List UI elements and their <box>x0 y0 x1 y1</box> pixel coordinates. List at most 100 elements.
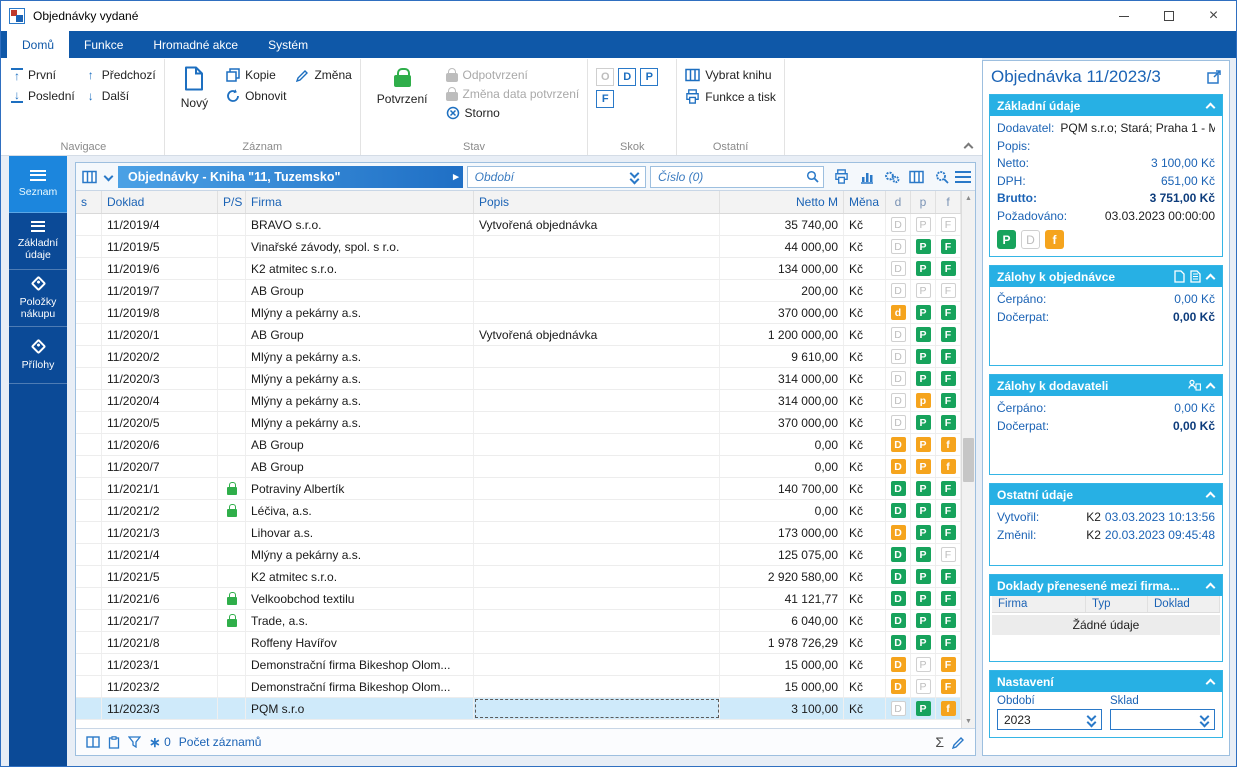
collapse-icon[interactable] <box>1206 272 1215 281</box>
scroll-down-icon[interactable]: ▼ <box>962 714 975 728</box>
copy-button[interactable]: Kopie <box>226 68 286 82</box>
clipboard-button[interactable] <box>108 735 120 749</box>
panel-flag-badge[interactable]: P <box>997 230 1016 249</box>
tab-hromadne-akce[interactable]: Hromadné akce <box>138 31 253 58</box>
mini-col-doklad[interactable]: Doklad <box>1148 596 1220 612</box>
refresh-button[interactable]: Obnovit <box>226 89 286 103</box>
col-f[interactable]: f <box>936 191 961 213</box>
change-button[interactable]: Změna <box>296 68 352 82</box>
documents-icon[interactable] <box>1190 270 1201 283</box>
col-doklad[interactable]: Doklad <box>102 191 218 213</box>
table-row[interactable]: 11/2020/2 Mlýny a pekárny a.s. 9 610,00 Kč D… <box>76 346 961 368</box>
table-row[interactable]: 11/2019/8 Mlýny a pekárny a.s. 370 000,00 K… <box>76 302 961 324</box>
minimize-button[interactable] <box>1101 1 1146 31</box>
auto-refresh-button[interactable]: ∗ 0 <box>149 735 171 749</box>
section-header-zalohy-objednavka[interactable]: Zálohy k objednávce <box>990 266 1222 287</box>
collapse-icon[interactable] <box>1206 581 1215 590</box>
columns-button[interactable] <box>907 167 926 187</box>
jump-f-button[interactable]: F <box>596 90 615 108</box>
sidebar-item-seznam[interactable]: Seznam <box>9 156 67 213</box>
document-icon[interactable] <box>1174 270 1185 283</box>
chart-button[interactable] <box>857 167 876 187</box>
section-header-zakladni[interactable]: Základní údaje <box>990 95 1222 116</box>
table-row[interactable]: 11/2021/8 Roffeny Havířov 1 978 726,29 Kč D P… <box>76 632 961 654</box>
col-netto[interactable]: Netto M <box>720 191 844 213</box>
table-row[interactable]: 11/2020/7 AB Group 0,00 Kč D Pf <box>76 456 961 478</box>
sidebar-item-prilohy[interactable]: Přílohy <box>9 327 67 384</box>
new-button[interactable]: Nový <box>173 62 216 110</box>
sidebar-item-polozky-nakupu[interactable]: Položky nákupu <box>9 270 67 327</box>
maximize-button[interactable] <box>1146 1 1191 31</box>
collapse-icon[interactable] <box>1206 677 1215 686</box>
confirm-button[interactable]: Potvrzení <box>369 62 436 106</box>
obdobi-select[interactable]: 2023 <box>997 709 1102 730</box>
table-row[interactable]: 11/2021/5 K2 atmitec s.r.o. 2 920 580,00 Kč… <box>76 566 961 588</box>
table-row[interactable]: 11/2021/6 Velkoobchod textilu 41 121,77 Kč D… <box>76 588 961 610</box>
collapse-icon[interactable] <box>1206 101 1215 110</box>
table-row[interactable]: 11/2020/3 Mlýny a pekárny a.s. 314 000,00 K… <box>76 368 961 390</box>
table-row[interactable]: 11/2021/2 Léčiva, a.s. 0,00 Kč D P F <box>76 500 961 522</box>
table-row[interactable]: 11/2023/2 Demonstrační firma Bikeshop Olo… <box>76 676 961 698</box>
table-row[interactable]: 11/2019/6 K2 atmitec s.r.o. 134 000,00 Kč D P… <box>76 258 961 280</box>
book-title-bar[interactable]: Objednávky - Kniha "11, Tuzemsko" ▸ <box>118 165 463 188</box>
mini-col-typ[interactable]: Typ <box>1086 596 1148 612</box>
section-header-zalohy-dodavatel[interactable]: Zálohy k dodavateli <box>990 375 1222 396</box>
sum-button[interactable]: Σ <box>935 734 944 750</box>
grid-settings-button[interactable] <box>932 167 951 187</box>
book-view-button[interactable] <box>80 169 99 185</box>
scroll-up-icon[interactable]: ▲ <box>962 191 975 205</box>
col-d[interactable]: d <box>886 191 911 213</box>
section-header-ostatni[interactable]: Ostatní údaje <box>990 484 1222 505</box>
jump-o-button[interactable]: O <box>596 68 615 86</box>
table-row[interactable]: 11/2021/7 Trade, a.s. 6 040,00 Kč D P F <box>76 610 961 632</box>
section-header-nastaveni[interactable]: Nastavení <box>990 671 1222 692</box>
table-row[interactable]: 11/2020/4 Mlýny a pekárny a.s. 314 000,00 K… <box>76 390 961 412</box>
edit-button[interactable] <box>952 736 965 749</box>
table-row[interactable]: 11/2020/5 Mlýny a pekárny a.s. 370 000,00 K… <box>76 412 961 434</box>
first-button[interactable]: ↑ První <box>11 68 75 82</box>
col-popis[interactable]: Popis <box>474 191 720 213</box>
panel-flag-badge[interactable]: f <box>1045 230 1064 249</box>
record-count-label[interactable]: Počet záznamů <box>179 735 262 749</box>
tab-funkce[interactable]: Funkce <box>69 31 138 58</box>
section-header-doklady[interactable]: Doklady přenesené mezi firma... <box>990 575 1222 596</box>
tab-domu[interactable]: Domů <box>7 31 70 58</box>
panes-button[interactable] <box>86 736 100 748</box>
menu-button[interactable] <box>955 170 971 183</box>
last-button[interactable]: ↓ Poslední <box>11 89 75 103</box>
unconfirm-button[interactable]: Odpotvrzení <box>445 68 580 82</box>
functions-print-button[interactable]: Funkce a tisk <box>685 89 776 104</box>
table-row[interactable]: 11/2023/1 Demonstrační firma Bikeshop Olo… <box>76 654 961 676</box>
table-row[interactable]: 11/2023/3 PQM s.r.o 3 100,00 Kč D Pf <box>76 698 961 720</box>
close-button[interactable]: × <box>1191 1 1236 31</box>
collapse-icon[interactable] <box>1206 381 1215 390</box>
table-row[interactable]: 11/2021/4 Mlýny a pekárny a.s. 125 075,00 K… <box>76 544 961 566</box>
previous-button[interactable]: ↑ Předchozí <box>85 68 156 82</box>
open-in-window-button[interactable] <box>1207 70 1221 84</box>
col-firma[interactable]: Firma <box>246 191 474 213</box>
gears-button[interactable] <box>882 167 901 187</box>
scroll-thumb[interactable] <box>963 438 974 483</box>
change-confirm-date-button[interactable]: Změna data potvrzení <box>445 87 579 101</box>
person-document-icon[interactable] <box>1188 379 1201 392</box>
col-ps[interactable]: P/S <box>218 191 246 213</box>
table-row[interactable]: 11/2020/6 AB Group 0,00 Kč D Pf <box>76 434 961 456</box>
sidebar-item-zakladni-udaje[interactable]: Základní údaje <box>9 213 67 270</box>
tab-system[interactable]: Systém <box>253 31 323 58</box>
col-mena[interactable]: Měna <box>844 191 886 213</box>
table-row[interactable]: 11/2019/4 BRAVO s.r.o. Vytvořená objednávk… <box>76 214 961 236</box>
collapse-ribbon-icon[interactable] <box>964 141 972 149</box>
cislo-search[interactable]: Číslo (0) <box>649 165 825 188</box>
sklad-select[interactable] <box>1110 709 1215 730</box>
table-row[interactable]: 11/2020/1 AB Group Vytvořená objednávka 1 2… <box>76 324 961 346</box>
book-dropdown-button[interactable] <box>103 172 114 181</box>
filter-button[interactable] <box>128 736 141 748</box>
table-row[interactable]: 11/2019/5 Vinařské závody, spol. s r.o. 44… <box>76 236 961 258</box>
print-button[interactable] <box>832 167 851 187</box>
mini-col-firma[interactable]: Firma <box>992 596 1086 612</box>
next-button[interactable]: ↓ Další <box>85 89 156 103</box>
table-row[interactable]: 11/2021/3 Lihovar a.s. 173 000,00 Kč D P F <box>76 522 961 544</box>
col-s[interactable]: s <box>76 191 102 213</box>
panel-flag-badge[interactable]: D <box>1021 230 1040 249</box>
obdobi-filter[interactable]: Období <box>466 165 646 188</box>
